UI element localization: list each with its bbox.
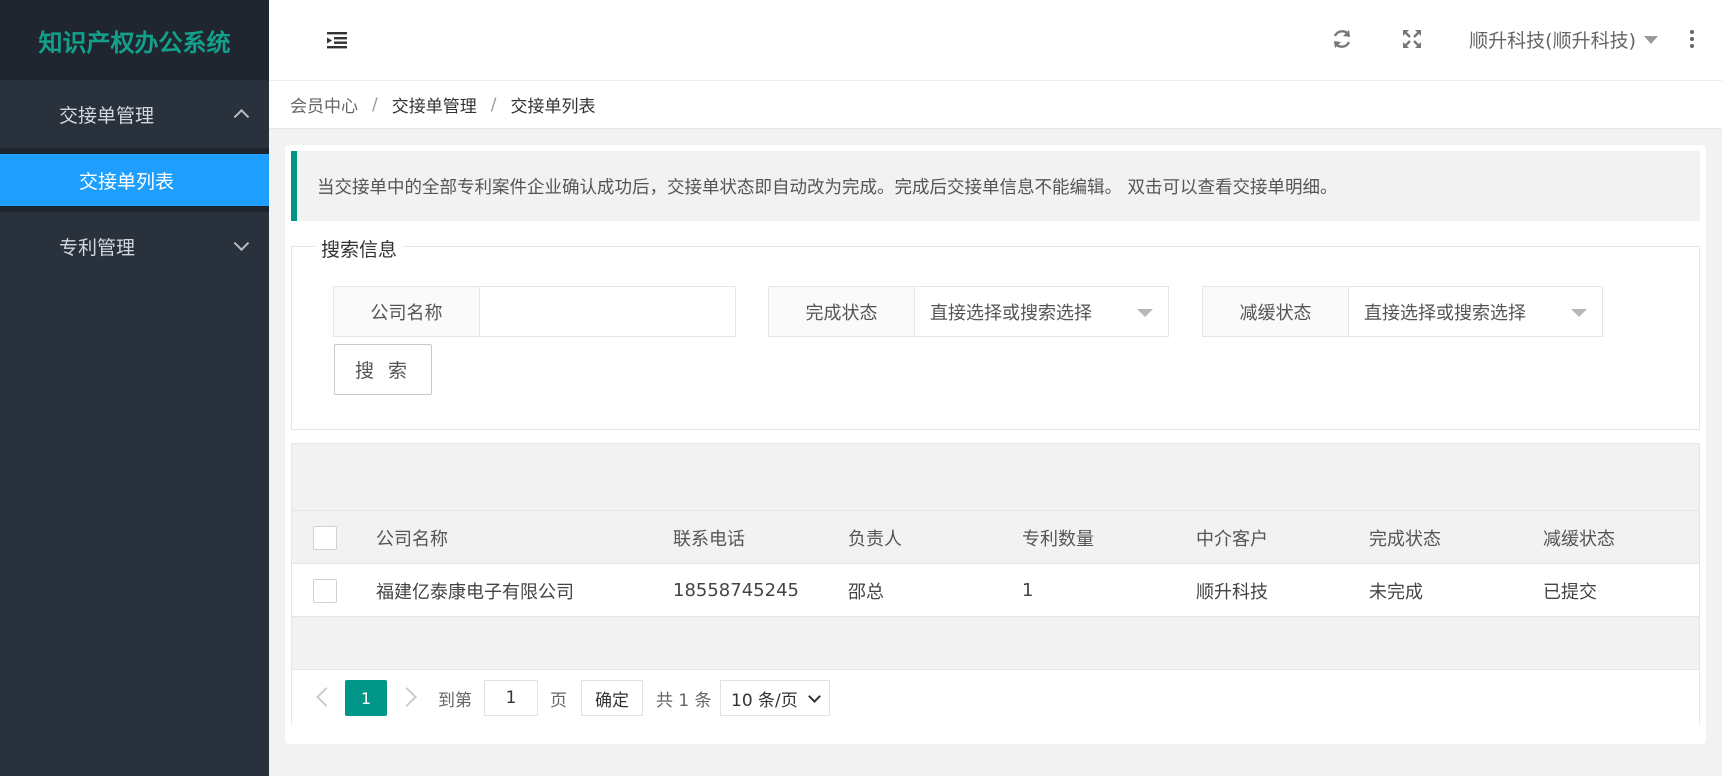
goto-label: 到第 bbox=[438, 690, 472, 711]
goto-confirm-button[interactable]: 确定 bbox=[581, 680, 643, 716]
row-select-cell bbox=[313, 564, 337, 617]
main-card: 当交接单中的全部专利案件企业确认成功后，交接单状态即自动改为完成。完成后交接单信… bbox=[285, 145, 1706, 744]
prev-page-icon[interactable] bbox=[316, 687, 336, 707]
row-checkbox[interactable] bbox=[313, 578, 337, 603]
caret-down-icon bbox=[1644, 35, 1658, 44]
relief-label: 减缓状态 bbox=[1202, 286, 1349, 337]
select-all-cell bbox=[313, 511, 337, 564]
breadcrumb: 会员中心 / 交接单管理 / 交接单列表 bbox=[269, 81, 1722, 129]
menu-collapse-icon[interactable] bbox=[326, 29, 348, 51]
search-legend: 搜索信息 bbox=[315, 235, 404, 262]
status-label: 完成状态 bbox=[768, 286, 915, 337]
breadcrumb-separator: / bbox=[490, 94, 497, 115]
next-page-icon[interactable] bbox=[397, 687, 417, 707]
notice-banner: 当交接单中的全部专利案件企业确认成功后，交接单状态即自动改为完成。完成后交接单信… bbox=[291, 151, 1700, 221]
relief-placeholder: 直接选择或搜索选择 bbox=[1364, 302, 1526, 324]
refresh-icon[interactable] bbox=[1330, 27, 1354, 51]
select-all-checkbox[interactable] bbox=[313, 525, 337, 550]
goto-page-input[interactable]: 1 bbox=[484, 680, 538, 716]
page-size-value: 10 条/页 bbox=[731, 690, 798, 711]
column-header[interactable]: 减缓状态 bbox=[1543, 511, 1615, 564]
table-cell: 未完成 bbox=[1369, 581, 1423, 603]
table-toolbar bbox=[292, 444, 1699, 511]
sidebar-item-handover-list[interactable]: 交接单列表 bbox=[0, 154, 269, 206]
table-empty-area bbox=[292, 617, 1699, 670]
data-table: 公司名称 联系电话 负责人 专利数量 中介客户 完成状态 减缓状态 福建亿泰康电… bbox=[291, 443, 1700, 725]
company-label: 公司名称 bbox=[333, 286, 480, 337]
breadcrumb-separator: / bbox=[372, 94, 378, 115]
table-cell: 福建亿泰康电子有限公司 bbox=[376, 581, 574, 603]
pagination: 1 到第 1 页 确定 共 1 条 10 条/页 bbox=[292, 670, 1699, 725]
column-header[interactable]: 完成状态 bbox=[1369, 511, 1441, 564]
top-header: 顺升科技(顺升科技) bbox=[269, 0, 1722, 81]
table-cell: 18558745245 bbox=[673, 580, 799, 601]
breadcrumb-item: 交接单列表 bbox=[510, 97, 596, 117]
sidebar-group-label: 专利管理 bbox=[59, 236, 136, 259]
table-cell: 邵总 bbox=[848, 581, 884, 603]
user-menu[interactable]: 顺升科技(顺升科技) bbox=[1469, 26, 1658, 53]
page-size-select[interactable]: 10 条/页 bbox=[720, 680, 830, 716]
column-header[interactable]: 负责人 bbox=[848, 511, 902, 564]
column-header[interactable]: 联系电话 bbox=[673, 511, 745, 564]
user-name: 顺升科技(顺升科技) bbox=[1469, 30, 1636, 52]
page-current[interactable]: 1 bbox=[345, 680, 387, 716]
table-cell: 已提交 bbox=[1543, 581, 1597, 603]
more-vertical-icon[interactable] bbox=[1690, 30, 1694, 48]
table-row[interactable]: 福建亿泰康电子有限公司 18558745245 邵总 1 顺升科技 未完成 已提… bbox=[292, 564, 1699, 617]
column-header[interactable]: 中介客户 bbox=[1196, 511, 1268, 564]
chevron-up-icon bbox=[233, 108, 250, 125]
search-button[interactable]: 搜 索 bbox=[334, 344, 432, 395]
company-form-item: 公司名称 bbox=[333, 286, 736, 337]
fullscreen-icon[interactable] bbox=[1400, 27, 1424, 51]
status-placeholder: 直接选择或搜索选择 bbox=[930, 302, 1092, 324]
breadcrumb-item[interactable]: 交接单管理 bbox=[392, 92, 477, 117]
table-cell: 顺升科技 bbox=[1196, 581, 1268, 603]
chevron-down-icon bbox=[808, 690, 821, 703]
page-suffix: 页 bbox=[550, 690, 567, 711]
sidebar-submenu: 交接单列表 bbox=[0, 148, 269, 212]
sidebar-group-label: 交接单管理 bbox=[59, 104, 155, 127]
breadcrumb-item[interactable]: 会员中心 bbox=[290, 92, 358, 117]
sidebar-group-patent[interactable]: 专利管理 bbox=[0, 212, 269, 280]
table-cell: 1 bbox=[1022, 580, 1034, 601]
sidebar-group-handover[interactable]: 交接单管理 bbox=[0, 80, 269, 148]
table-header: 公司名称 联系电话 负责人 专利数量 中介客户 完成状态 减缓状态 bbox=[292, 511, 1699, 564]
status-form-item: 完成状态 直接选择或搜索选择 bbox=[768, 286, 1169, 337]
search-fieldset: 搜索信息 公司名称 完成状态 直接选择或搜索选择 减缓状态 直接选择或搜索选择 … bbox=[291, 235, 1700, 430]
caret-down-icon bbox=[1571, 309, 1587, 317]
status-select[interactable]: 直接选择或搜索选择 bbox=[915, 286, 1169, 337]
app-logo-title[interactable]: 知识产权办公系统 bbox=[0, 0, 269, 80]
column-header[interactable]: 专利数量 bbox=[1022, 511, 1094, 564]
column-header[interactable]: 公司名称 bbox=[376, 511, 448, 564]
relief-select[interactable]: 直接选择或搜索选择 bbox=[1349, 286, 1603, 337]
company-input[interactable] bbox=[480, 286, 736, 337]
total-count: 共 1 条 bbox=[656, 690, 712, 711]
sidebar: 知识产权办公系统 交接单管理 交接单列表 专利管理 bbox=[0, 0, 269, 776]
caret-down-icon bbox=[1137, 309, 1153, 317]
chevron-down-icon bbox=[233, 235, 250, 252]
relief-form-item: 减缓状态 直接选择或搜索选择 bbox=[1202, 286, 1603, 337]
